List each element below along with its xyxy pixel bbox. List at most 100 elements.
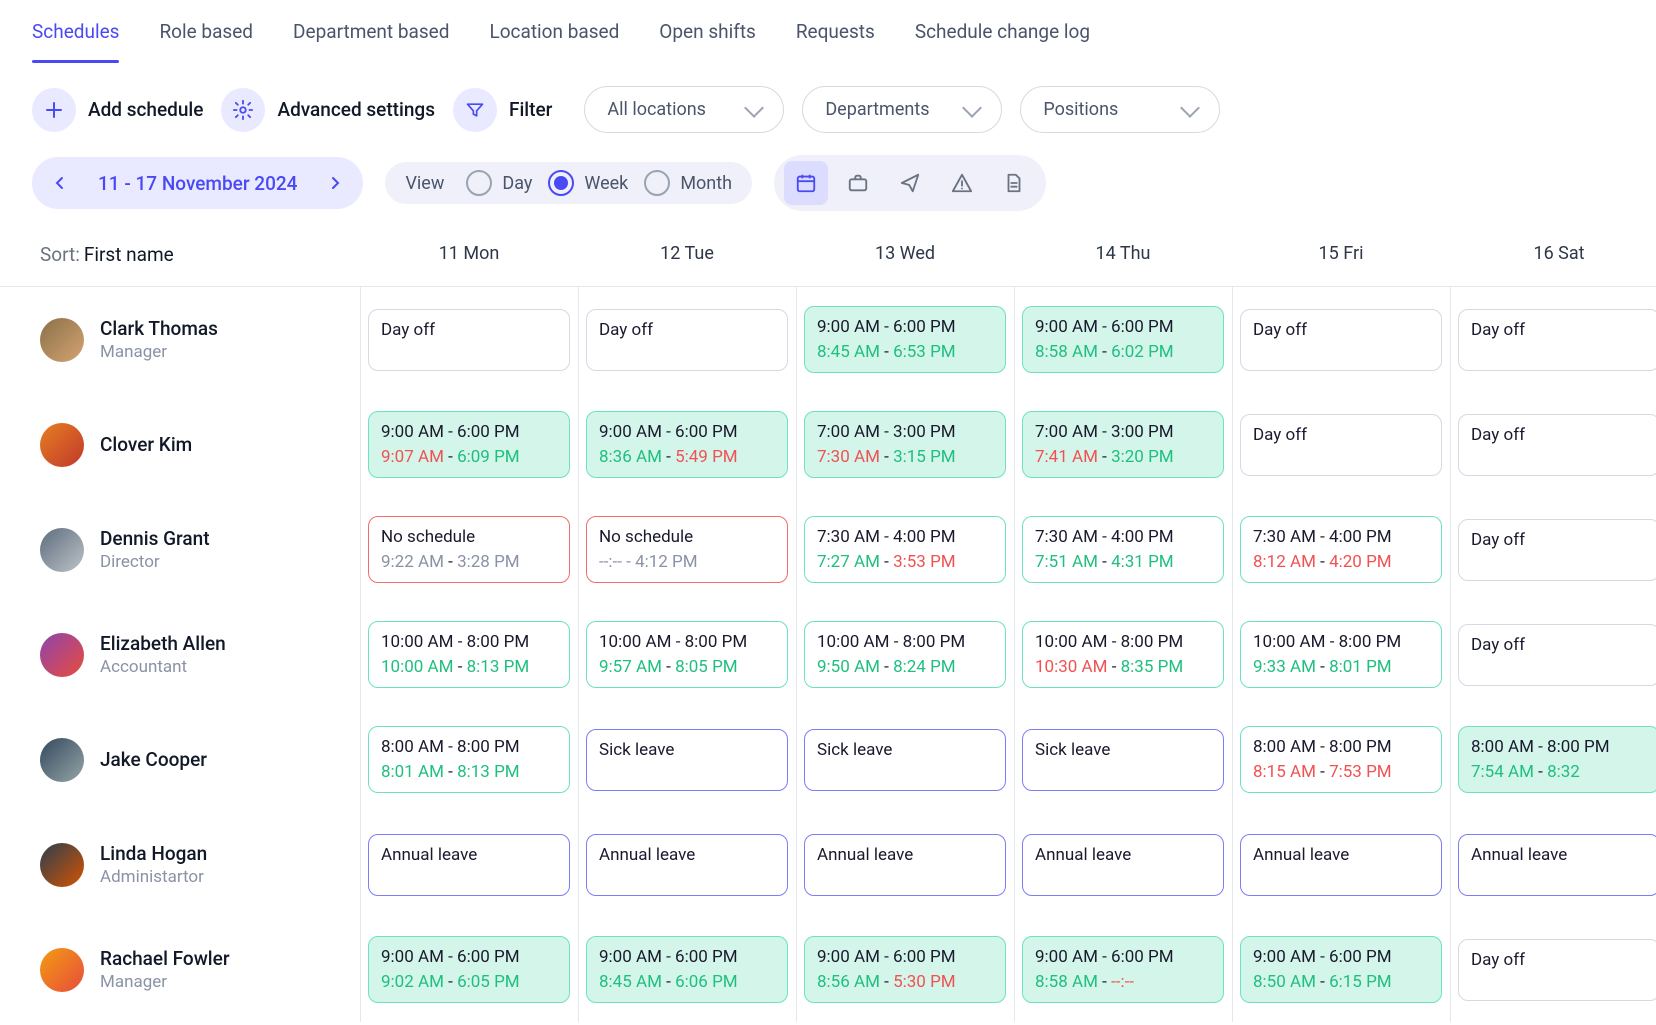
schedule-cell[interactable]: Day off	[1450, 287, 1656, 392]
schedule-cell[interactable]: 7:30 AM - 4:00 PM7:51 AM - 4:31 PM	[1014, 497, 1232, 602]
filter-button[interactable]: Filter	[453, 88, 566, 132]
shift-actual: 8:12 AM - 4:20 PM	[1253, 550, 1429, 575]
employee-cell[interactable]: Rachael FowlerManager	[0, 917, 360, 1022]
shift-time: 10:00 AM - 8:00 PM	[1035, 630, 1211, 655]
next-week-button[interactable]	[317, 165, 353, 201]
schedule-cell[interactable]: 8:00 AM - 8:00 PM8:01 AM - 8:13 PM	[360, 707, 578, 812]
departments-select[interactable]: Departments	[802, 86, 1002, 133]
shift-card: 8:00 AM - 8:00 PM7:54 AM - 8:32	[1458, 726, 1656, 793]
schedule-cell[interactable]: Day off	[1450, 497, 1656, 602]
employee-cell[interactable]: Jake Cooper	[0, 707, 360, 812]
tab-requests[interactable]: Requests	[796, 8, 875, 63]
shift-time: Annual leave	[817, 843, 993, 868]
chevron-down-icon	[744, 98, 764, 118]
employee-cell[interactable]: Elizabeth AllenAccountant	[0, 602, 360, 707]
view-week[interactable]: Week	[548, 170, 628, 196]
shift-actual: 8:36 AM - 5:49 PM	[599, 445, 775, 470]
employee-name: Dennis Grant	[100, 527, 210, 550]
schedule-cell[interactable]: No schedule--:-- - 4:12 PM	[578, 497, 796, 602]
schedule-cell[interactable]: 9:00 AM - 6:00 PM8:45 AM - 6:06 PM	[578, 917, 796, 1022]
day-header: 12 Tue	[578, 237, 796, 286]
shift-time: 10:00 AM - 8:00 PM	[817, 630, 993, 655]
schedule-row: Elizabeth AllenAccountant10:00 AM - 8:00…	[0, 602, 1656, 707]
view-month[interactable]: Month	[644, 170, 732, 196]
tab-department-based[interactable]: Department based	[293, 8, 449, 63]
schedule-cell[interactable]: 9:00 AM - 6:00 PM8:36 AM - 5:49 PM	[578, 392, 796, 497]
schedule-cell[interactable]: Day off	[1450, 917, 1656, 1022]
schedule-cell[interactable]: 9:00 AM - 6:00 PM9:07 AM - 6:09 PM	[360, 392, 578, 497]
schedule-cell[interactable]: 9:00 AM - 6:00 PM8:45 AM - 6:53 PM	[796, 287, 1014, 392]
schedule-cell[interactable]: Day off	[1232, 287, 1450, 392]
shift-time: 10:00 AM - 8:00 PM	[1253, 630, 1429, 655]
schedule-cell[interactable]: 8:00 AM - 8:00 PM8:15 AM - 7:53 PM	[1232, 707, 1450, 812]
tab-role-based[interactable]: Role based	[159, 8, 253, 63]
schedule-cell[interactable]: 10:00 AM - 8:00 PM9:50 AM - 8:24 PM	[796, 602, 1014, 707]
schedule-cell[interactable]: Day off	[578, 287, 796, 392]
schedule-cell[interactable]: 10:00 AM - 8:00 PM9:33 AM - 8:01 PM	[1232, 602, 1450, 707]
add-schedule-button[interactable]: Add schedule	[32, 88, 203, 132]
date-range[interactable]: 11 - 17 November 2024	[84, 172, 311, 195]
shift-time: 9:00 AM - 6:00 PM	[1035, 315, 1211, 340]
shift-time: 9:00 AM - 6:00 PM	[817, 315, 993, 340]
shift-card: 9:00 AM - 6:00 PM9:02 AM - 6:05 PM	[368, 936, 570, 1003]
advanced-settings-button[interactable]: Advanced settings	[221, 88, 435, 132]
warning-button[interactable]	[940, 161, 984, 205]
employee-cell[interactable]: Clark ThomasManager	[0, 287, 360, 392]
schedule-cell[interactable]: Annual leave	[796, 812, 1014, 917]
schedule-cell[interactable]: 9:00 AM - 6:00 PM8:58 AM - --:--	[1014, 917, 1232, 1022]
schedule-cell[interactable]: Annual leave	[360, 812, 578, 917]
schedule-cell[interactable]: 8:00 AM - 8:00 PM7:54 AM - 8:32	[1450, 707, 1656, 812]
schedule-cell[interactable]: Sick leave	[578, 707, 796, 812]
schedule-row: Linda HoganAdministartorAnnual leaveAnnu…	[0, 812, 1656, 917]
schedule-cell[interactable]: Annual leave	[1232, 812, 1450, 917]
shift-card: Annual leave	[804, 834, 1006, 896]
employee-cell[interactable]: Dennis GrantDirector	[0, 497, 360, 602]
schedule-cell[interactable]: Annual leave	[1014, 812, 1232, 917]
schedule-cell[interactable]: 9:00 AM - 6:00 PM9:02 AM - 6:05 PM	[360, 917, 578, 1022]
schedule-cell[interactable]: Day off	[360, 287, 578, 392]
schedule-cell[interactable]: 7:00 AM - 3:00 PM7:30 AM - 3:15 PM	[796, 392, 1014, 497]
schedule-cell[interactable]: Day off	[1450, 602, 1656, 707]
tab-schedules[interactable]: Schedules	[32, 8, 119, 63]
employee-cell[interactable]: Linda HoganAdministartor	[0, 812, 360, 917]
locations-select[interactable]: All locations	[584, 86, 784, 133]
schedule-cell[interactable]: 7:00 AM - 3:00 PM7:41 AM - 3:20 PM	[1014, 392, 1232, 497]
shift-actual: 10:00 AM - 8:13 PM	[381, 655, 557, 680]
shift-time: Sick leave	[599, 738, 775, 763]
tab-location-based[interactable]: Location based	[489, 8, 619, 63]
schedule-cell[interactable]: 9:00 AM - 6:00 PM8:50 AM - 6:15 PM	[1232, 917, 1450, 1022]
schedule-cell[interactable]: Sick leave	[796, 707, 1014, 812]
schedule-cell[interactable]: Annual leave	[578, 812, 796, 917]
schedule-cell[interactable]: Sick leave	[1014, 707, 1232, 812]
shift-card: No schedule9:22 AM - 3:28 PM	[368, 516, 570, 583]
schedule-cell[interactable]: 10:00 AM - 8:00 PM10:30 AM - 8:35 PM	[1014, 602, 1232, 707]
prev-week-button[interactable]	[42, 165, 78, 201]
document-button[interactable]	[992, 161, 1036, 205]
schedule-cell[interactable]: 9:00 AM - 6:00 PM8:56 AM - 5:30 PM	[796, 917, 1014, 1022]
tab-schedule-change-log[interactable]: Schedule change log	[915, 8, 1090, 63]
schedule-cell[interactable]: No schedule9:22 AM - 3:28 PM	[360, 497, 578, 602]
schedule-cell[interactable]: 9:00 AM - 6:00 PM8:58 AM - 6:02 PM	[1014, 287, 1232, 392]
shift-card: Annual leave	[1022, 834, 1224, 896]
radio-icon	[466, 170, 492, 196]
tab-open-shifts[interactable]: Open shifts	[659, 8, 756, 63]
shift-card: Sick leave	[1022, 729, 1224, 791]
schedule-cell[interactable]: 10:00 AM - 8:00 PM10:00 AM - 8:13 PM	[360, 602, 578, 707]
sort-header[interactable]: Sort: First name	[0, 237, 360, 286]
schedule-cell[interactable]: 10:00 AM - 8:00 PM9:57 AM - 8:05 PM	[578, 602, 796, 707]
schedule-cell[interactable]: 7:30 AM - 4:00 PM7:27 AM - 3:53 PM	[796, 497, 1014, 602]
schedule-cell[interactable]: Annual leave	[1450, 812, 1656, 917]
schedule-cell[interactable]: Day off	[1232, 392, 1450, 497]
employee-cell[interactable]: Clover Kim	[0, 392, 360, 497]
calendar-button[interactable]	[784, 161, 828, 205]
avatar	[40, 738, 84, 782]
positions-select[interactable]: Positions	[1020, 86, 1220, 133]
schedule-cell[interactable]: 7:30 AM - 4:00 PM8:12 AM - 4:20 PM	[1232, 497, 1450, 602]
send-button[interactable]	[888, 161, 932, 205]
view-day[interactable]: Day	[466, 170, 532, 196]
schedule-row: Dennis GrantDirectorNo schedule9:22 AM -…	[0, 497, 1656, 602]
briefcase-button[interactable]	[836, 161, 880, 205]
employee-name: Jake Cooper	[100, 748, 207, 771]
schedule-cell[interactable]: Day off	[1450, 392, 1656, 497]
employee-name: Clover Kim	[100, 433, 192, 456]
